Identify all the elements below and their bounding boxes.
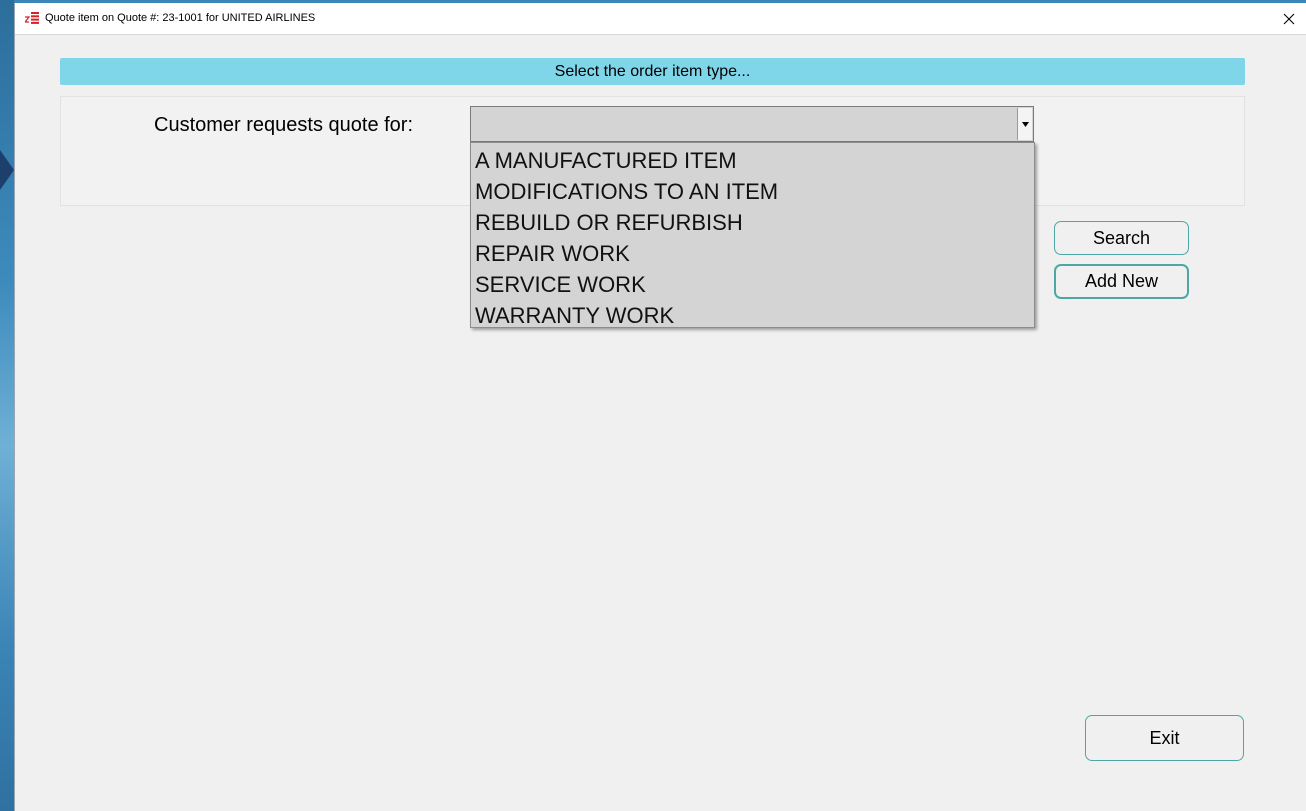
dropdown-option[interactable]: REPAIR WORK: [471, 238, 1034, 269]
quote-item-window: Quote item on Quote #: 23-1001 for UNITE…: [14, 3, 1306, 811]
desktop-background: [0, 0, 14, 811]
item-type-label: Customer requests quote for:: [154, 114, 414, 136]
dropdown-option[interactable]: SERVICE WORK: [471, 269, 1034, 300]
item-type-dropdown-list: A MANUFACTURED ITEM MODIFICATIONS TO AN …: [470, 142, 1035, 328]
chevron-down-icon: [1021, 121, 1029, 127]
dropdown-option[interactable]: WARRANTY WORK: [471, 300, 1034, 331]
window-title: Quote item on Quote #: 23-1001 for UNITE…: [45, 12, 316, 24]
title-bar: Quote item on Quote #: 23-1001 for UNITE…: [15, 3, 1306, 35]
section-header: Select the order item type...: [60, 58, 1245, 85]
close-icon: [1283, 13, 1295, 24]
add-new-button[interactable]: Add New: [1054, 264, 1189, 299]
app-logo-icon: [25, 12, 39, 24]
combobox-dropdown-button[interactable]: [1017, 108, 1032, 140]
dropdown-option[interactable]: REBUILD OR REFURBISH: [471, 207, 1034, 238]
close-button[interactable]: [1272, 3, 1306, 34]
exit-button[interactable]: Exit: [1085, 715, 1244, 761]
desktop-arrow-icon: [0, 150, 14, 190]
item-type-combobox[interactable]: [470, 106, 1034, 142]
dropdown-option[interactable]: MODIFICATIONS TO AN ITEM: [471, 176, 1034, 207]
dropdown-option[interactable]: A MANUFACTURED ITEM: [471, 145, 1034, 176]
search-button[interactable]: Search: [1054, 221, 1189, 255]
